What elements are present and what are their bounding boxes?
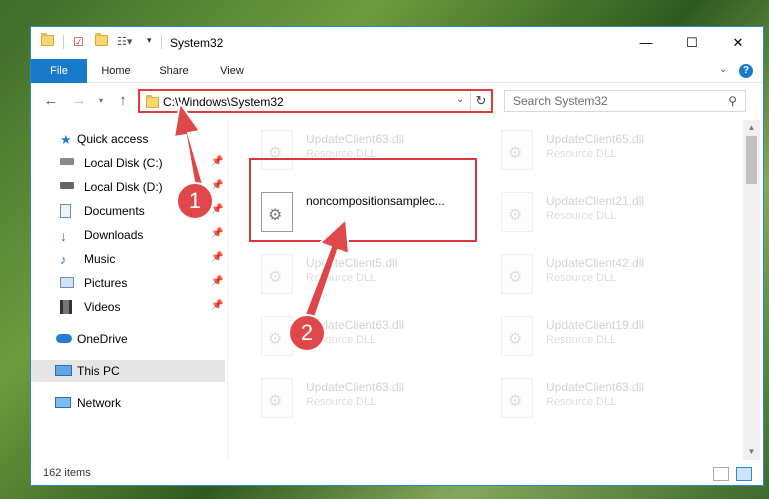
step-1-badge: 1 (176, 182, 214, 220)
arrow-1-shape (173, 102, 206, 194)
arrow-2-shape (301, 218, 350, 327)
step-2-badge: 2 (288, 314, 326, 352)
annotation-arrows (173, 102, 350, 327)
